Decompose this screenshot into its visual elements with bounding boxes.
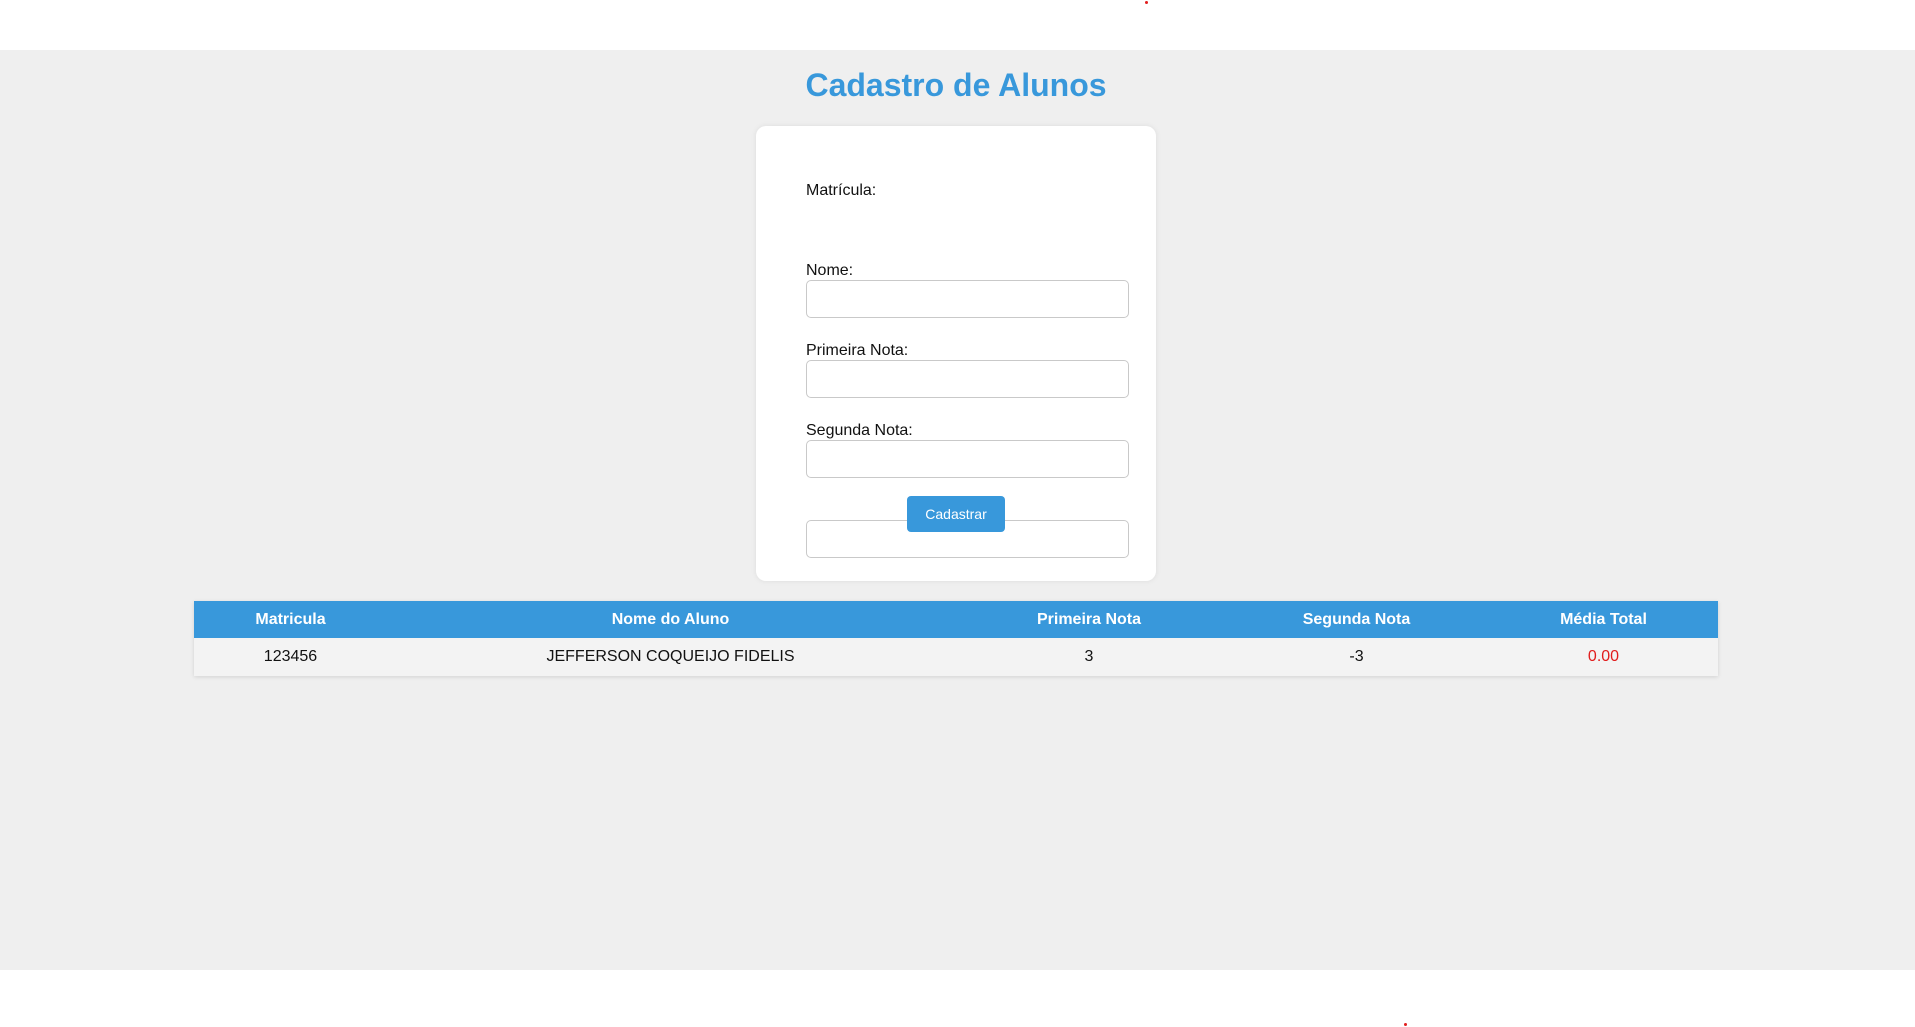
- column-header-matricula: Matricula: [255, 610, 326, 628]
- page-body: Cadastro de Alunos Matrícula: Nome: Prim…: [0, 50, 1915, 970]
- top-strip: [0, 0, 1915, 50]
- column-header-segunda-nota: Segunda Nota: [1302, 610, 1411, 628]
- cell-matricula: 123456: [194, 638, 387, 676]
- cell-media: 0.00: [1489, 638, 1718, 676]
- column-header-nome: Nome do Aluno: [611, 610, 730, 628]
- student-form: Matrícula: Nome: Primeira Nota: Segunda …: [756, 126, 1156, 581]
- column-header-primeira-nota: Primeira Nota: [1036, 610, 1142, 628]
- table-row: 123456 JEFFERSON COQUEIJO FIDELIS 3 -3 0…: [194, 638, 1718, 676]
- cell-segunda-nota: -3: [1224, 638, 1489, 676]
- nome-label: Nome:: [806, 262, 854, 279]
- cadastrar-button[interactable]: Cadastrar: [907, 496, 1005, 532]
- nome-input[interactable]: [806, 360, 1129, 398]
- marker-dot: [1404, 1023, 1407, 1026]
- page-title: Cadastro de Alunos: [805, 67, 1107, 103]
- students-table: Matricula Nome do Aluno Primeira Nota Se…: [194, 601, 1718, 676]
- matricula-input[interactable]: [806, 280, 1129, 318]
- matricula-label: Matrícula:: [806, 182, 877, 199]
- table-header-row: Matricula Nome do Aluno Primeira Nota Se…: [194, 601, 1718, 638]
- primeira-nota-input[interactable]: [806, 440, 1129, 478]
- primeira-nota-label: Primeira Nota:: [806, 342, 909, 359]
- column-header-media: Média Total: [1560, 610, 1647, 628]
- segunda-nota-label: Segunda Nota:: [806, 422, 913, 439]
- cell-primeira-nota: 3: [954, 638, 1224, 676]
- bottom-strip: [0, 970, 1915, 1027]
- marker-dot: [1145, 1, 1148, 4]
- cell-nome: JEFFERSON COQUEIJO FIDELIS: [387, 638, 954, 676]
